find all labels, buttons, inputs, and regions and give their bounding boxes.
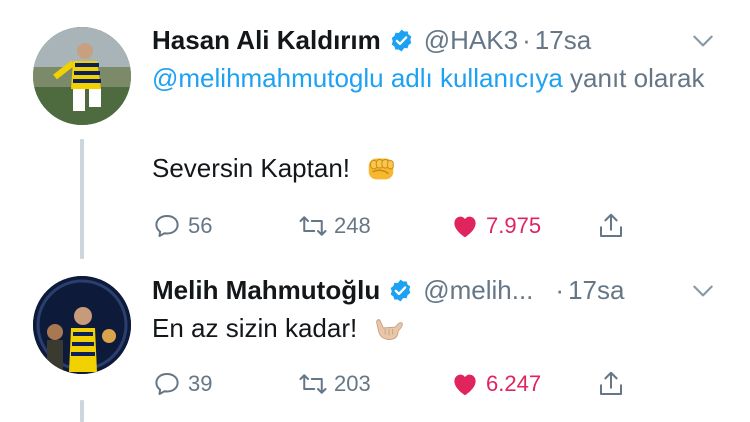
retweet-button[interactable]: 203: [298, 364, 371, 404]
timestamp[interactable]: 17sa: [535, 25, 591, 56]
separator-dot: ·: [555, 274, 565, 305]
tweet[interactable]: Melih Mahmutoğlu @melih... · 17sa En az …: [0, 262, 750, 422]
reply-count: 56: [188, 213, 213, 238]
share-button[interactable]: [596, 206, 632, 246]
tweet-header: Hasan Ali Kaldırım @HAK3 · 17sa: [152, 20, 730, 60]
tweet-header: Melih Mahmutoğlu @melih... · 17sa: [152, 270, 730, 310]
reply-icon: [155, 215, 179, 237]
share-button[interactable]: [596, 364, 632, 404]
reply-context: @melihmahmutoglu adlı kullanıcıya yanıt …: [152, 60, 712, 96]
timestamp[interactable]: 17sa: [568, 275, 624, 306]
tweet[interactable]: Hasan Ali Kaldırım @HAK3 · 17sa @melihma…: [0, 0, 750, 262]
avatar[interactable]: [33, 276, 131, 374]
tweet-actions: 56 248 7.975: [152, 206, 642, 246]
tweet-actions: 39 203 6.247: [152, 364, 642, 404]
reply-icon: [155, 373, 179, 395]
tweet-text: En az sizin kadar!: [152, 310, 405, 346]
share-icon: [600, 371, 622, 395]
user-handle[interactable]: @HAK3: [424, 25, 518, 56]
reply-button[interactable]: 39: [152, 364, 212, 404]
reply-mention-link[interactable]: @melihmahmutoglu adlı kullanıcıya: [152, 63, 563, 93]
reply-count: 39: [188, 371, 213, 396]
display-name[interactable]: Melih Mahmutoğlu: [152, 275, 380, 306]
heart-icon: [454, 374, 476, 396]
verified-badge-icon: [390, 279, 411, 301]
thread-line: [80, 139, 84, 259]
reply-context-suffix: yanıt olarak: [562, 63, 705, 93]
reply-button[interactable]: 56: [152, 206, 212, 246]
avatar[interactable]: [33, 27, 131, 125]
tweet-text-content: Seversin Kaptan!: [152, 153, 351, 183]
share-icon: [600, 213, 622, 237]
retweet-icon: [299, 374, 327, 394]
retweet-button[interactable]: 248: [298, 206, 371, 246]
heart-icon: [454, 216, 476, 238]
display-name[interactable]: Hasan Ali Kaldırım: [152, 25, 381, 56]
chevron-down-icon[interactable]: [690, 278, 716, 304]
like-count: 7.975: [486, 213, 542, 238]
like-count: 6.247: [486, 371, 542, 396]
oncoming-fist-emoji-icon: [368, 158, 394, 180]
call-me-hand-emoji-icon: [376, 319, 404, 341]
separator-dot: ·: [522, 24, 531, 55]
retweet-count: 203: [334, 371, 371, 396]
retweet-count: 248: [334, 213, 371, 238]
tweet-text-content: En az sizin kadar!: [152, 313, 358, 343]
verified-badge-icon: [391, 29, 412, 51]
like-button[interactable]: 7.975: [450, 206, 541, 246]
retweet-icon: [299, 216, 327, 236]
user-handle[interactable]: @melih...: [423, 275, 533, 306]
like-button[interactable]: 6.247: [450, 364, 541, 404]
chevron-down-icon[interactable]: [690, 28, 716, 54]
thread-line: [80, 400, 84, 422]
tweet-text: Seversin Kaptan!: [152, 150, 398, 186]
